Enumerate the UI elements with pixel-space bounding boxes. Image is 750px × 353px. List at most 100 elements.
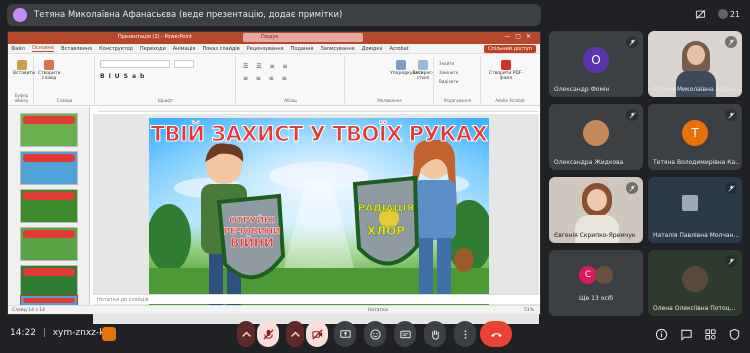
participant-avatar-photo: [595, 266, 613, 284]
tab-file[interactable]: Файл: [11, 46, 25, 52]
participant-avatar: О: [583, 47, 609, 73]
paste-button[interactable]: Вставити: [13, 60, 35, 76]
participant-video: [682, 195, 698, 211]
align-buttons[interactable]: ≡ ≡ ≡ ≡: [243, 75, 290, 82]
participant-name: Олена Олексіївна Потоц...: [653, 305, 736, 312]
tab-record[interactable]: Записування: [321, 46, 355, 52]
window-buttons[interactable]: —▢✕: [504, 33, 536, 40]
video-options-button[interactable]: [286, 321, 304, 347]
create-pdf-button[interactable]: Створити PDF-файл: [488, 60, 524, 81]
mic-off-icon: [626, 182, 638, 194]
more-vert-icon: [464, 329, 466, 339]
participant-tile[interactable]: О Олександр Фомін: [549, 31, 643, 97]
participant-tile[interactable]: Олена Олексіївна Потоц...: [648, 250, 742, 316]
participant-name: Тетяна Володимирівна Ка...: [653, 159, 739, 166]
right-shield-line-1: РАДІАЦІЯ: [357, 203, 415, 214]
participant-tile[interactable]: Тетяна Миколаївна Афана...: [648, 31, 742, 97]
mic-toggle-button[interactable]: [257, 321, 279, 347]
paragraph-buttons[interactable]: ☰ ☰ ≡ ≡: [243, 63, 291, 70]
font-format-buttons[interactable]: BIUSab: [100, 73, 148, 80]
tab-view[interactable]: Подання: [291, 46, 314, 52]
participant-tile[interactable]: Євгенія Скрипко-Яремчук: [549, 177, 643, 243]
group-label: Малювання: [377, 98, 402, 103]
participant-tile[interactable]: Наталія Павлівна Молчан...: [648, 177, 742, 243]
tab-transitions[interactable]: Переходи: [140, 46, 166, 52]
tab-help[interactable]: Довідка: [362, 46, 383, 52]
slide-title: ТВІЙ ЗАХИСТ У ТВОЇХ РУКАХ: [150, 122, 488, 147]
participants-avatars-icon: [717, 9, 728, 19]
meeting-details-icon[interactable]: [652, 325, 670, 343]
reactions-button[interactable]: [364, 321, 386, 347]
slide-thumbnails: 9 10 11 12 13 14: [8, 107, 90, 311]
hand-icon: [431, 329, 439, 340]
participant-tile[interactable]: Т Тетяна Володимирівна Ка...: [648, 104, 742, 170]
clock: 14:22: [10, 328, 36, 338]
chat-icon[interactable]: [677, 325, 695, 343]
ribbon: Вставити Буфер обміну Створити слайд Сла…: [8, 54, 540, 106]
thumbnail-slide-10[interactable]: 10: [20, 151, 78, 185]
camera-off-icon: [311, 328, 323, 340]
quick-styles-icon: [418, 60, 428, 70]
language-badge-icon[interactable]: [102, 327, 116, 341]
leave-call-button[interactable]: [480, 321, 512, 347]
group-label: Абзац: [284, 98, 297, 103]
mic-off-icon: [725, 255, 737, 267]
group-label: Adobe Acrobat: [495, 98, 525, 103]
thumbnail-title-bar: [23, 116, 75, 124]
thumbnail-title-bar: [23, 230, 75, 238]
top-right-controls: 21: [692, 5, 740, 23]
zoom-level[interactable]: 51%: [524, 308, 534, 313]
notes-toggle[interactable]: Нотатки: [368, 308, 388, 313]
replace-button[interactable]: Замінити: [439, 70, 458, 75]
tab-home[interactable]: Основне: [31, 45, 55, 52]
more-participants-tile[interactable]: С Ще 13 осіб: [549, 250, 643, 316]
share-button[interactable]: Спільний доступ: [483, 45, 536, 53]
left-shield-text: ОТРУЙНІ РЕЧОВИНИ ВІЙНИ: [221, 216, 283, 249]
left-shield-line-3: ВІЙНИ: [230, 236, 274, 250]
more-options-button[interactable]: [454, 321, 476, 347]
thumbnail-slide-9[interactable]: 9: [20, 113, 78, 147]
participant-video-body: [676, 71, 716, 97]
thumbnail-slide-11[interactable]: 11: [20, 189, 78, 223]
tab-animations[interactable]: Анімація: [173, 46, 196, 52]
arrange-icon: [396, 60, 406, 70]
search-box[interactable]: Пошук: [243, 33, 363, 42]
participant-avatar: Т: [682, 120, 708, 146]
tab-review[interactable]: Рецензування: [247, 46, 284, 52]
participant-video-face: [687, 45, 705, 65]
tab-design[interactable]: Конструктор: [99, 46, 133, 52]
quick-styles-button[interactable]: Експрес-стилі: [412, 60, 434, 81]
activities-icon[interactable]: [701, 325, 719, 343]
participant-count[interactable]: 21: [717, 9, 740, 19]
tab-acrobat[interactable]: Acrobat: [389, 46, 408, 52]
captions-button[interactable]: [394, 321, 416, 347]
raise-hand-button[interactable]: [424, 321, 446, 347]
participant-tile[interactable]: Олександра Жидкова: [549, 104, 643, 170]
find-button[interactable]: Знайти: [439, 61, 454, 66]
new-slide-button[interactable]: Створити слайд: [38, 60, 61, 81]
tab-insert[interactable]: Вставлення: [61, 46, 92, 52]
audio-options-button[interactable]: [237, 321, 255, 347]
present-screen-icon: [339, 329, 351, 338]
group-font: BIUSab Шрифт: [96, 57, 236, 103]
host-controls-icon[interactable]: [725, 325, 743, 343]
slide-editor: ТВІЙ ЗАХИСТ У ТВОЇХ РУКАХ ОТРУЙНІ РЕЧОВИ…: [93, 114, 539, 324]
participant-name: Тетяна Миколаївна Афана...: [653, 86, 739, 93]
tab-slideshow[interactable]: Показ слайдів: [202, 46, 239, 52]
thumbnail-slide-12[interactable]: 12: [20, 227, 78, 261]
select-button[interactable]: Виділити: [439, 79, 458, 84]
font-size-select[interactable]: [174, 60, 194, 68]
ribbon-tabs: Файл Основне Вставлення Конструктор Пере…: [8, 44, 540, 54]
hide-presentation-icon[interactable]: [692, 5, 710, 23]
current-slide[interactable]: ТВІЙ ЗАХИСТ У ТВОЇХ РУКАХ ОТРУЙНІ РЕЧОВИ…: [149, 118, 489, 308]
thumbnail-slide-13[interactable]: 13: [20, 265, 78, 299]
present-button[interactable]: [334, 321, 356, 347]
quick-styles-label: Експрес-стилі: [412, 71, 434, 81]
powerpoint-titlebar: Презентація (2) - PowerPoint Пошук —▢✕: [8, 32, 540, 44]
font-name-select[interactable]: [100, 60, 170, 68]
camera-toggle-button[interactable]: [306, 321, 328, 347]
emoji-icon: [369, 328, 381, 340]
participant-name: Олександр Фомін: [554, 86, 610, 93]
notes-pane[interactable]: Нотатки до слайдів: [93, 294, 539, 304]
arrange-button[interactable]: Упорядкувати: [390, 60, 423, 76]
